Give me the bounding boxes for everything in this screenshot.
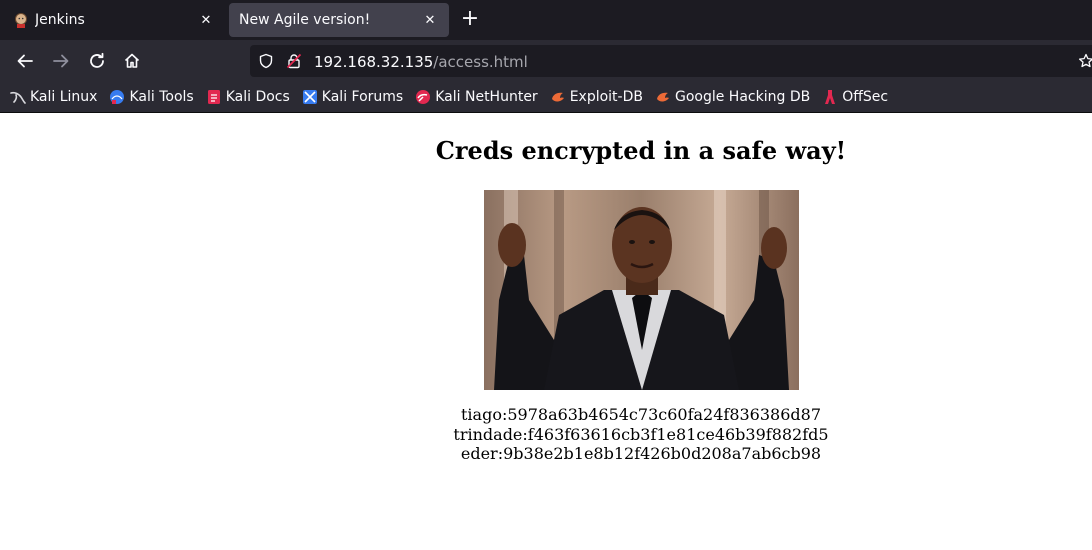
credential-line: trindade:f463f63616cb3f1e81ce46b39f882fd… [453,424,829,444]
page-content: Creds encrypted in a safe way! tiago:597… [0,113,1092,550]
close-tab-icon[interactable]: ✕ [421,11,439,29]
bookmark-offsec[interactable]: OffSec [822,89,888,105]
bookmark-star-icon[interactable] [1078,53,1092,69]
tab-title: New Agile version! [239,12,371,28]
bookmark-label: Kali Tools [129,89,194,105]
navigation-toolbar: 192.168.32.135/access.html [0,40,1092,82]
bookmark-kali-tools[interactable]: Kali Tools [109,89,194,105]
credential-line: eder:9b38e2b1e8b12f426b0d208a7ab6cb98 [460,444,822,463]
kali-tools-icon [110,90,125,104]
url-path: /access.html [433,52,528,71]
bookmark-label: Exploit-DB [569,89,643,105]
close-tab-icon[interactable]: ✕ [197,11,215,29]
back-arrow-icon[interactable] [12,48,38,74]
kali-nethunter-icon [416,90,431,104]
tab-strip: Jenkins ✕ New Agile version! ✕ + [0,0,1092,40]
insecure-lock-icon[interactable] [286,53,302,69]
url-host: 192.168.32.135 [314,52,434,71]
bookmark-label: Kali Docs [225,89,290,105]
bookmark-kali-linux[interactable]: Kali Linux [10,89,97,105]
bookmark-label: OffSec [842,89,889,105]
reload-icon[interactable] [84,48,110,74]
page-title: Creds encrypted in a safe way! [435,136,847,165]
bookmark-label: Google Hacking DB [674,89,811,105]
forward-arrow-icon[interactable] [48,48,74,74]
bookmark-label: Kali Linux [30,89,98,105]
bookmark-label: Kali Forums [321,89,404,105]
bookmark-kali-forums[interactable]: Kali Forums [302,89,403,105]
bookmark-exploit-db[interactable]: Exploit-DB [550,89,643,105]
bookmarks-bar: Kali Linux Kali Tools Kali Docs Kali For… [0,82,1092,113]
url-text[interactable]: 192.168.32.135/access.html [314,52,528,71]
bookmark-label: Kali NetHunter [435,89,538,105]
url-bar[interactable]: 192.168.32.135/access.html [250,45,1092,77]
bookmark-kali-docs[interactable]: Kali Docs [206,89,290,105]
jenkins-icon [15,13,27,28]
bookmark-google-hacking-db[interactable]: Google Hacking DB [655,89,810,105]
tab-title: Jenkins [35,12,85,28]
home-icon[interactable] [119,48,145,74]
man-in-tuxedo-image [484,190,799,390]
kali-linux-icon [10,91,26,104]
offsec-icon [825,90,836,104]
tab-jenkins[interactable]: Jenkins ✕ [3,3,225,37]
credentials-list: tiago:5978a63b4654c73c60fa24f836386d87 t… [0,405,1092,464]
credential-line: tiago:5978a63b4654c73c60fa24f836386d87 [461,405,821,424]
new-tab-plus-icon[interactable]: + [458,8,482,32]
kali-forums-icon [302,90,317,104]
ghdb-icon [656,92,669,102]
tab-new-agile-version[interactable]: New Agile version! ✕ [229,3,449,37]
shield-icon[interactable] [258,53,274,69]
kali-docs-icon [207,90,220,104]
bookmark-kali-nethunter[interactable]: Kali NetHunter [415,89,538,105]
exploit-db-icon [551,92,564,102]
